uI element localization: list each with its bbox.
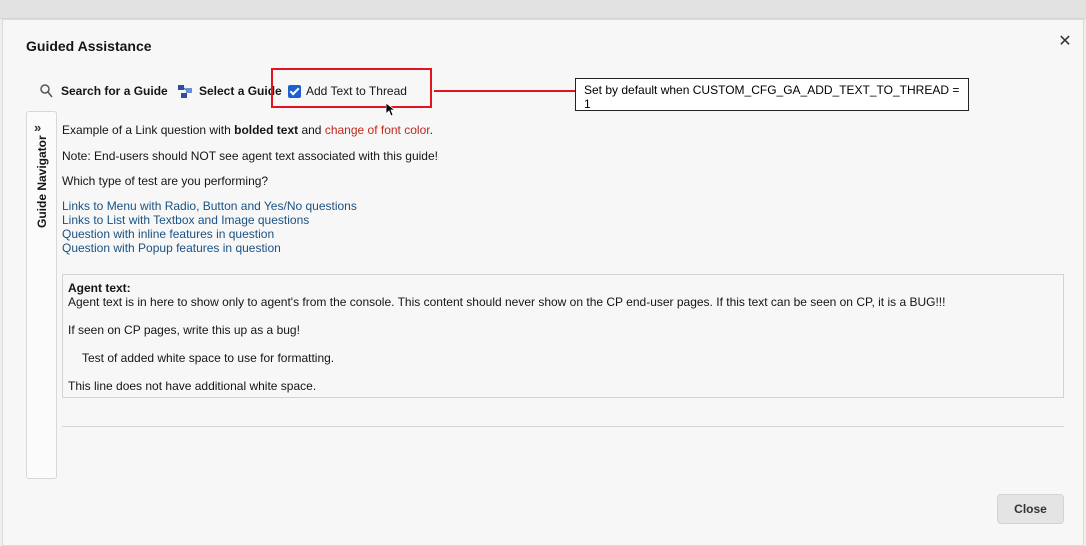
intro-end-text: . [429, 123, 433, 137]
annotation-highlight-box [271, 68, 432, 108]
agent-line-1: Agent text is in here to show only to ag… [68, 295, 946, 309]
question-prompt: Which type of test are you performing? [62, 174, 269, 188]
answer-link-inline[interactable]: Question with inline features in questio… [62, 227, 274, 241]
search-guide-label: Search for a Guide [61, 84, 168, 98]
agent-line-3: Test of added white space to use for for… [82, 351, 335, 365]
guided-assistance-dialog: Guided Assistance ✕ Search for a Guide S… [2, 19, 1084, 546]
dialog-title: Guided Assistance [26, 38, 152, 54]
question-note: Note: End-users should NOT see agent tex… [62, 149, 438, 163]
answer-link-menu[interactable]: Links to Menu with Radio, Button and Yes… [62, 199, 357, 213]
mouse-cursor-icon [386, 103, 396, 117]
annotation-note: Set by default when CUSTOM_CFG_GA_ADD_TE… [575, 78, 969, 111]
agent-text-box: Agent text: Agent text is in here to sho… [62, 274, 1064, 398]
guide-navigator-label: Guide Navigator [35, 135, 49, 228]
guide-tree-icon [178, 85, 192, 98]
content-divider [62, 426, 1064, 427]
agent-line-4: This line does not have additional white… [68, 379, 317, 393]
close-icon[interactable]: ✕ [1057, 34, 1073, 50]
search-icon [40, 84, 53, 98]
answer-link-list[interactable]: Links to List with Textbox and Image que… [62, 213, 309, 227]
select-guide-label: Select a Guide [199, 84, 282, 98]
search-guide-button[interactable]: Search for a Guide [39, 82, 168, 100]
answer-link-popup[interactable]: Question with Popup features in question [62, 241, 281, 255]
intro-red-text: change of font color [324, 123, 430, 137]
question-intro: Example of a Link question with bolded t… [62, 123, 433, 137]
intro-mid-text: and [298, 123, 325, 137]
select-guide-button[interactable]: Select a Guide [177, 82, 282, 100]
annotation-connector-line [434, 90, 575, 92]
agent-line-2: If seen on CP pages, write this up as a … [68, 323, 300, 337]
agent-heading: Agent text: [68, 281, 131, 295]
close-button[interactable]: Close [997, 494, 1064, 524]
double-chevron-right-icon[interactable]: » [34, 120, 41, 135]
intro-text: Example of a Link question with [62, 123, 235, 137]
guide-navigator-panel: » Guide Navigator [26, 111, 57, 479]
top-strip [0, 0, 1086, 19]
intro-bold-text: bolded text [234, 123, 299, 137]
